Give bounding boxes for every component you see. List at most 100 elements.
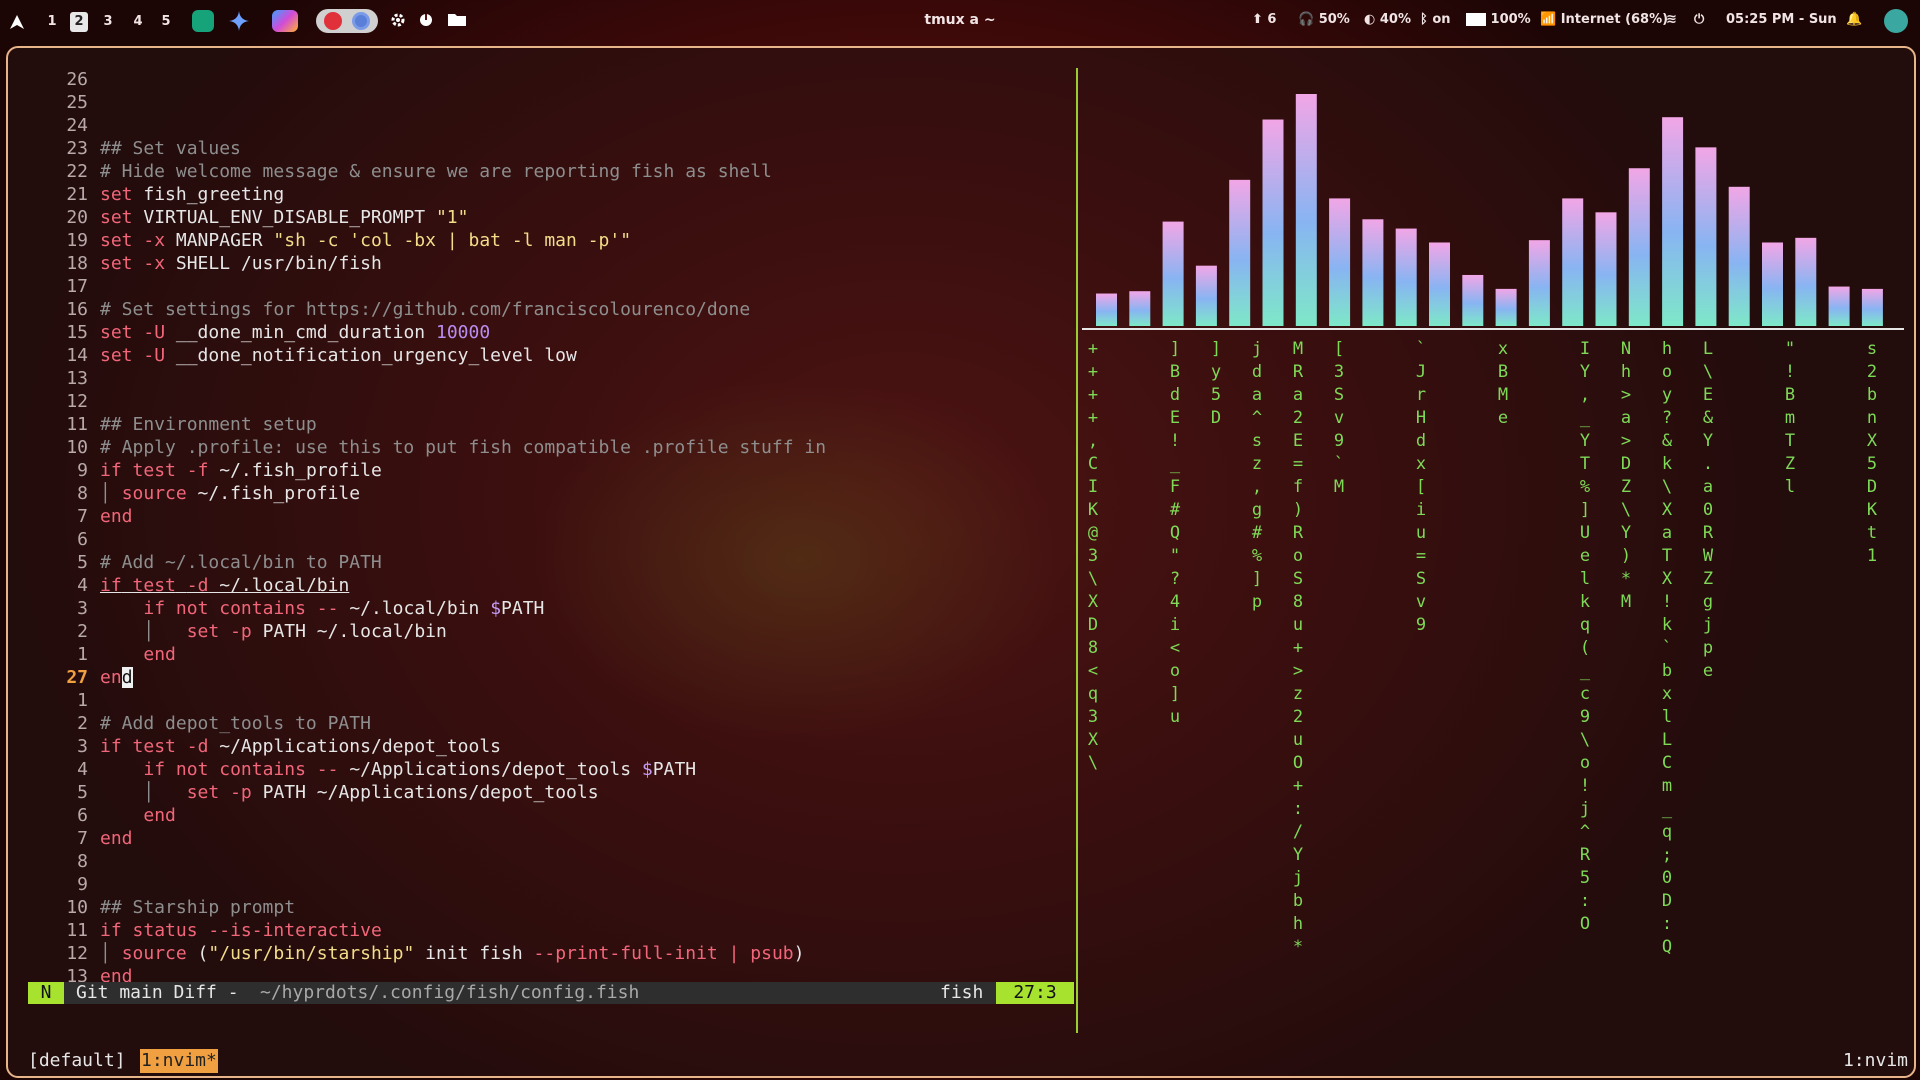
matrix-char: > [1620,385,1632,405]
code-text: ## Starship prompt [100,897,296,918]
chatgpt-icon[interactable] [192,10,214,32]
workspace-2[interactable]: 2 [70,12,88,32]
matrix-char: l [1661,707,1673,727]
code-line[interactable]: 24 [28,114,100,137]
matrix-char: X [1087,592,1099,612]
code-line[interactable]: 1 end [28,643,176,666]
workspace-5[interactable]: 5 [158,12,174,32]
workspace-4[interactable]: 4 [130,12,146,32]
code-line[interactable]: 21 set fish_greeting [28,183,284,206]
code-line[interactable]: 11 if status --is-interactive [28,919,381,942]
network-indicator[interactable]: 📶 Internet (68%) [1540,12,1668,27]
code-line[interactable]: 9 if test -f ~/.fish_profile [28,459,382,482]
code-line[interactable]: 10 ## Starship prompt [28,896,295,919]
matrix-char: C [1087,454,1099,474]
workspace-3[interactable]: 3 [100,12,116,32]
visualizer-bar [1395,228,1417,326]
code-line[interactable]: 7 end [28,827,132,850]
code-line[interactable]: 4 if not contains -- ~/Applications/depo… [28,758,696,781]
notification-bell-icon[interactable]: 🔔 [1846,12,1862,27]
code-line[interactable]: 13 [28,367,100,390]
settings-icon[interactable] [390,12,408,30]
matrix-char: 3 [1087,707,1099,727]
code-line[interactable]: 25 [28,91,100,114]
code-line[interactable]: 5 # Add ~/.local/bin to PATH [28,551,382,574]
battery-indicator[interactable]: 100% [1466,12,1531,27]
code-line[interactable]: 26 [28,68,100,91]
layers-icon[interactable]: ≋ [1666,12,1677,27]
code-line[interactable]: 27 end [28,666,133,689]
code-line[interactable]: 14 set -U __done_notification_urgency_lev… [28,344,577,367]
power-icon[interactable] [418,12,436,30]
matrix-char: ? [1661,408,1673,428]
tmux-window-tab[interactable]: 1:nvim* [140,1049,218,1073]
avatar[interactable] [1884,9,1908,33]
visualizer-bar [1562,198,1584,326]
visualizer-bar [1495,288,1517,326]
visualizer-bar [1462,274,1484,326]
matrix-char: p [1702,638,1714,658]
code-line[interactable]: 7 end [28,505,133,528]
visualizer-bar [1795,237,1817,326]
code-line[interactable]: 3 if test -d ~/Applications/depot_tools [28,735,501,758]
matrix-char: 5 [1210,385,1222,405]
browser-group [316,9,378,33]
matrix-char: l [1784,477,1796,497]
code-line[interactable]: 23 ## Set values [28,137,241,160]
code-line[interactable]: 5 │ set -p PATH ~/Applications/depot_too… [28,781,598,804]
code-line[interactable]: 12 [28,390,100,413]
workspace-1[interactable]: 1 [44,12,60,32]
code-line[interactable]: 1 [28,689,100,712]
matrix-rain-pane[interactable]: + + + +, C I K @3 \ X D 8 < q 3 X \] Bd E! _ F # Q "? 4 i < o] u] y 5 D… [1082,338,1902,1033]
code-line[interactable]: 6 end [28,804,176,827]
arch-launcher-icon[interactable] [8,12,26,32]
chromium-icon[interactable] [352,12,370,30]
vivaldi-icon[interactable] [324,12,342,30]
code-line[interactable]: 3 if not contains -- ~/.local/bin $PATH [28,597,544,620]
copilot-icon[interactable] [272,10,298,32]
code-text: end [100,506,133,527]
matrix-char: a [1661,523,1673,543]
code-line[interactable]: 12 │ source ("/usr/bin/starship" init fis… [28,942,804,965]
visualizer-bar [1728,186,1750,326]
matrix-char: + [1292,776,1304,796]
code-line[interactable]: 8 [28,850,100,873]
matrix-char: M [1620,592,1632,612]
pane-divider[interactable] [1076,68,1078,1033]
code-text: ## Set values [100,138,241,159]
code-line[interactable]: 4 if test -d ~/.local/bin [28,574,349,597]
bluetooth-indicator[interactable]: ᛒ on [1420,12,1451,27]
matrix-char: Y [1620,523,1632,543]
matrix-char: T [1579,454,1591,474]
code-line[interactable]: 8 │ source ~/.fish_profile [28,482,360,505]
visualizer-bar [1129,291,1151,326]
code-line[interactable]: 18 set -x SHELL /usr/bin/fish [28,252,381,275]
code-line[interactable]: 16 # Set settings for https://github.com/… [28,298,750,321]
visualizer-bar [1329,198,1351,326]
code-text: if not contains -- ~/Applications/depot_… [143,759,697,780]
matrix-char: h [1292,914,1304,934]
code-line[interactable]: 10 # Apply .profile: use this to put fish… [28,436,826,459]
matrix-char: 8 [1087,638,1099,658]
gemini-icon[interactable] [228,10,250,32]
code-line[interactable]: 15 set -U __done_min_cmd_duration 10000 [28,321,490,344]
code-line[interactable]: 11 ## Environment setup [28,413,316,436]
terminal-window[interactable]: 26 25 24 23 ## Set values 22 # Hide welcome me… [6,46,1916,1078]
line-number: 2 [77,713,88,734]
matrix-char: x [1497,339,1509,359]
folder-icon[interactable] [448,12,466,30]
visualizer-bar [1362,219,1384,326]
updates-indicator[interactable]: ⬆ 6 [1252,12,1276,27]
code-line[interactable]: 22 # Hide welcome message & ensure we are… [28,160,772,183]
power-menu-icon[interactable]: ⏻ [1694,12,1704,27]
nvim-editor[interactable]: 26 25 24 23 ## Set values 22 # Hide welcome me… [28,68,1078,1028]
code-line[interactable]: 17 [28,275,100,298]
code-line[interactable]: 2 # Add depot_tools to PATH [28,712,371,735]
brightness-indicator[interactable]: ◐ 40% [1364,12,1411,27]
volume-indicator[interactable]: 🎧 50% [1298,12,1350,27]
code-line[interactable]: 19 set -x MANPAGER "sh -c 'col -bx | bat … [28,229,631,252]
code-line[interactable]: 6 [28,528,100,551]
code-line[interactable]: 2 │ set -p PATH ~/.local/bin [28,620,447,643]
code-line[interactable]: 20 set VIRTUAL_ENV_DISABLE_PROMPT "1" [28,206,468,229]
code-line[interactable]: 9 [28,873,100,896]
